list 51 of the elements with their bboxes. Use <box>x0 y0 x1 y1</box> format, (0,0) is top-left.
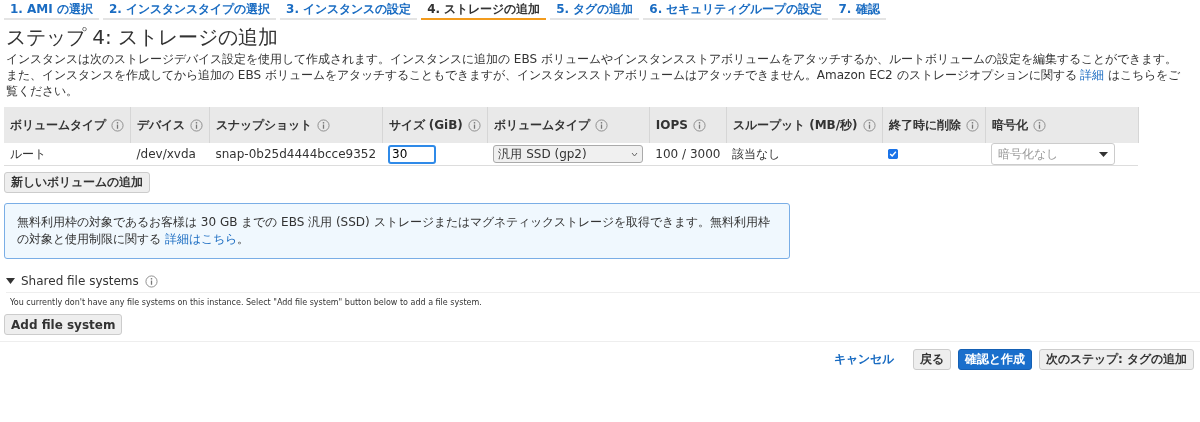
step-tab[interactable]: 4. ストレージの追加 <box>421 0 547 20</box>
table-cell: snap-0b25d4444bcce9352 <box>209 143 383 166</box>
column-header: デバイス <box>137 116 185 134</box>
collapse-icon[interactable] <box>6 277 15 285</box>
column-header: ボリュームタイプ <box>493 116 590 134</box>
details-link[interactable]: 詳細 <box>1080 68 1105 82</box>
encryption-select[interactable]: 暗号化なし <box>991 143 1116 165</box>
column-header: サイズ (GiB) <box>388 116 463 134</box>
info-icon[interactable] <box>594 118 608 132</box>
description-text: インスタンスは次のストレージデバイス設定を使用して作成されます。インスタンスに追加の EBS ボリュームやインスタンスストアボリュームをアタッチするか、ルートボリュームの設定を編集することができます。また、インスタンスを作成してから追加の EBS ボリュームをアタッチすることもできますが、インスタンスストアボリュームはアタッチできません。Amazon EC2 のストレージオプションに関する 詳細 はこちらをご覧ください。 <box>6 51 1182 99</box>
info-icon[interactable] <box>111 118 124 132</box>
step-tab[interactable]: 3. インスタンスの設定 <box>280 0 418 20</box>
info-text: 無料利用枠の対象であるお客様は 30 GB までの EBS 汎用 (SSD) ストレージまたはマグネティックストレージを取得できます。無料利用枠の対象と使用制限に関する 詳細はこちら。 <box>4 203 790 259</box>
info-icon[interactable] <box>1032 118 1046 132</box>
column-header: 終了時に削除 <box>888 116 961 134</box>
caret-down-icon <box>1099 151 1109 157</box>
review-and-launch-button[interactable]: 確認と作成 <box>958 349 1032 370</box>
step-tab[interactable]: 6. セキュリティグループの設定 <box>643 0 829 20</box>
table-cell: ルート <box>4 143 131 166</box>
step-tab[interactable]: 7. 確認 <box>832 0 886 20</box>
info-icon[interactable] <box>317 118 330 132</box>
table-cell: 該当なし <box>726 143 883 166</box>
size-field[interactable]: 30 <box>388 144 437 164</box>
info-icon[interactable] <box>190 118 203 132</box>
chevron-down-icon <box>631 151 639 157</box>
step-tab[interactable]: 2. インスタンスタイプの選択 <box>102 0 277 20</box>
table-cell: /dev/xvda <box>130 143 210 166</box>
add-volume-button[interactable]: 新しいボリュームの追加 <box>4 172 150 193</box>
page-title: ステップ 4: ストレージの追加 <box>6 24 280 51</box>
info-icon[interactable] <box>467 118 481 132</box>
column-header: 暗号化 <box>991 116 1028 134</box>
info-icon[interactable] <box>862 118 876 132</box>
step-tab[interactable]: 5. タグの追加 <box>550 0 640 20</box>
cancel-link[interactable]: キャンセル <box>828 350 900 369</box>
column-header: IOPS <box>655 118 688 132</box>
details-link[interactable]: 詳細はこちら <box>164 232 237 246</box>
info-icon[interactable] <box>965 118 979 132</box>
info-icon[interactable] <box>144 274 158 288</box>
volume-type-select[interactable]: 汎用 SSD (gp2) <box>493 145 644 163</box>
step-tab[interactable]: 1. AMI の選択 <box>4 0 99 20</box>
section-title: Shared file systems <box>21 274 139 288</box>
checkbox[interactable] <box>888 149 899 159</box>
add-file-system-button[interactable]: Add file system <box>4 314 123 335</box>
column-header: スループット (MB/秒) <box>732 116 858 134</box>
info-icon[interactable] <box>692 118 706 132</box>
column-header: スナップショット <box>216 116 312 134</box>
back-button[interactable]: 戻る <box>913 349 951 370</box>
table-cell: 100 / 3000 <box>649 143 727 166</box>
column-header: ボリュームタイプ <box>10 116 106 134</box>
next-step-button[interactable]: 次のステップ: タグの追加 <box>1039 349 1194 370</box>
empty-message: You currently don't have any file systems on this instance. Select "Add file system" button below to add a file system. <box>10 298 483 307</box>
